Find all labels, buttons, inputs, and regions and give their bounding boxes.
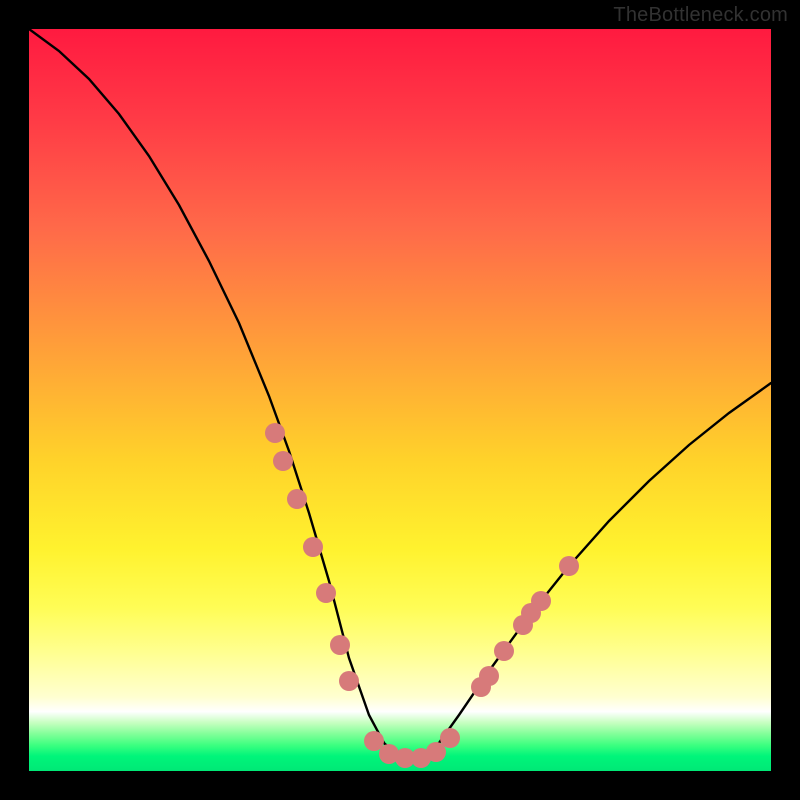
data-marker [265,423,285,443]
data-marker [316,583,336,603]
data-marker [440,728,460,748]
data-marker [494,641,514,661]
data-marker [330,635,350,655]
chart-svg [29,29,771,771]
data-marker [339,671,359,691]
data-marker [531,591,551,611]
curve-group [29,29,771,757]
plot-area [29,29,771,771]
bottleneck-curve [29,29,771,757]
data-marker [479,666,499,686]
data-marker [559,556,579,576]
data-marker [273,451,293,471]
chart-frame: TheBottleneck.com [0,0,800,800]
watermark-text: TheBottleneck.com [613,4,788,27]
data-marker [287,489,307,509]
marker-group [265,423,579,768]
data-marker [303,537,323,557]
